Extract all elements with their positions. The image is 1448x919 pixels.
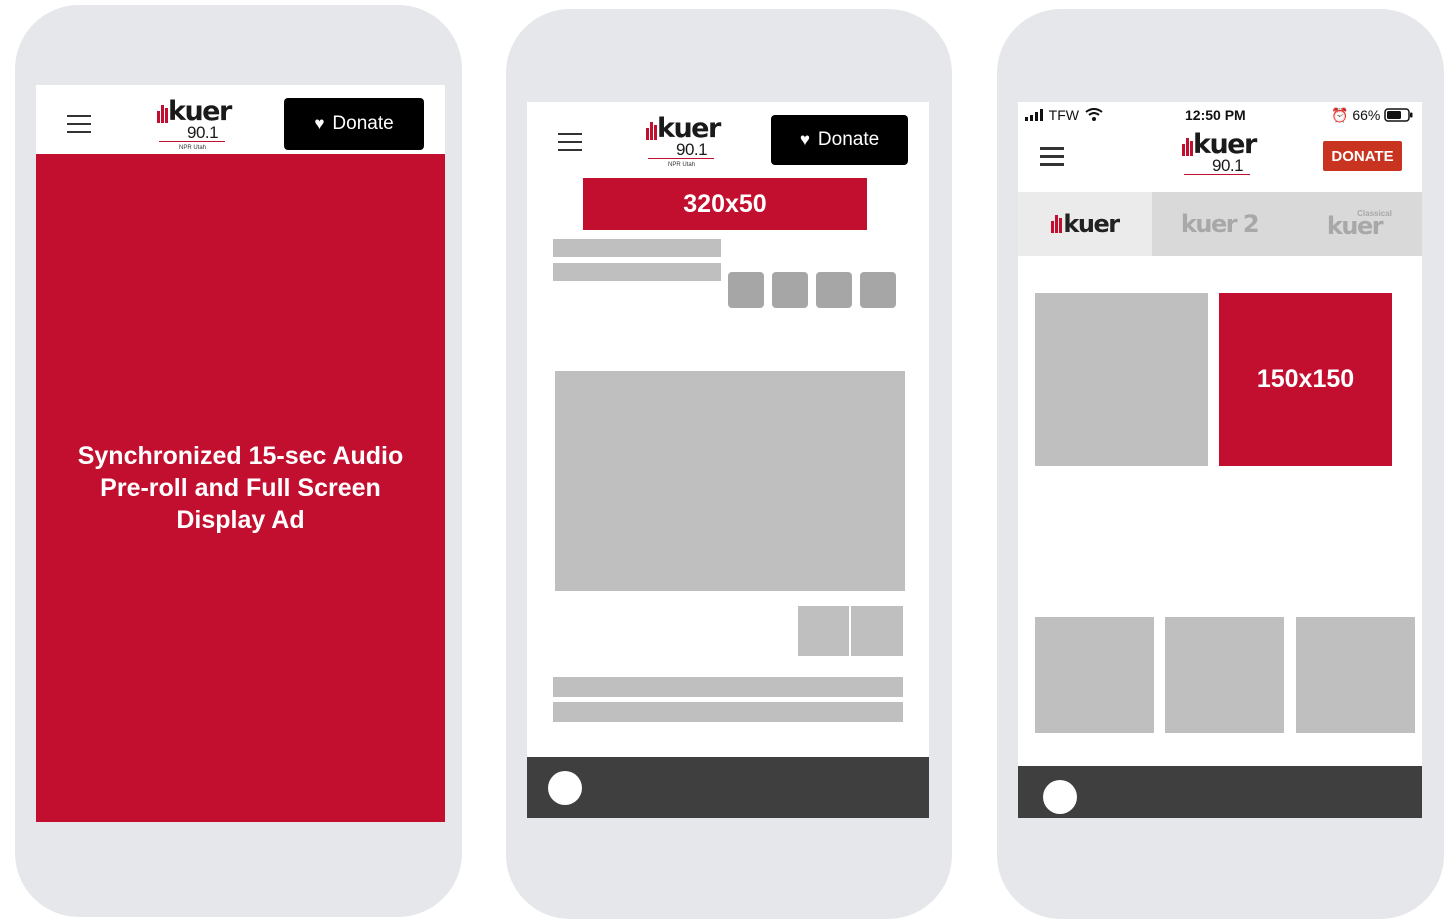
tab-kuer-2[interactable]: kuer 2: [1152, 192, 1287, 256]
heart-icon: ♥: [799, 130, 810, 149]
tab-kuer[interactable]: kuer: [1018, 192, 1152, 256]
share-button-placeholder[interactable]: [860, 272, 896, 308]
share-button-placeholder[interactable]: [728, 272, 764, 308]
thumbnail-placeholder: [1165, 617, 1284, 733]
thumbnail-placeholder: [798, 606, 849, 656]
phone-screen-1: kuer 90.1 NPR Utah ♥ Donate Synchronized…: [36, 85, 445, 822]
signal-icon: [1025, 108, 1045, 124]
ad-label: 150x150: [1256, 365, 1355, 393]
image-placeholder: [555, 371, 905, 591]
subheadline-placeholder: [553, 263, 721, 281]
thumbnail-placeholder: [1296, 617, 1415, 733]
full-screen-display-ad[interactable]: Synchronized 15-sec Audio Pre-roll and F…: [36, 154, 445, 822]
phone-frame-3: TFW 12:50 PM ⏰ 66% kuer 90.1 DONATE kuer: [997, 9, 1444, 919]
tab-classical-kuer[interactable]: Classical kuer: [1287, 192, 1422, 256]
station-bars-icon: [1051, 215, 1063, 233]
phone-screen-3: TFW 12:50 PM ⏰ 66% kuer 90.1 DONATE kuer: [1018, 102, 1422, 818]
play-button-icon[interactable]: [1043, 780, 1077, 814]
status-time: 12:50 PM: [1185, 107, 1246, 123]
phone-frame-2: kuer 90.1 NPR Utah ♥ Donate 320x50: [506, 9, 952, 919]
battery-icon: [1384, 108, 1414, 125]
square-ad-150x150[interactable]: 150x150: [1219, 293, 1392, 466]
audio-player-bar: [1018, 766, 1422, 818]
audio-player-bar: [527, 757, 929, 818]
status-right: ⏰ 66%: [1331, 107, 1414, 125]
station-tabs: kuer kuer 2 Classical kuer: [1018, 192, 1422, 256]
headline-placeholder: [553, 239, 721, 257]
heart-icon: ♥: [314, 114, 325, 133]
status-left: TFW: [1025, 107, 1103, 124]
share-button-placeholder[interactable]: [772, 272, 808, 308]
banner-ad-320x50[interactable]: 320x50: [583, 178, 867, 230]
hamburger-menu-icon[interactable]: [67, 115, 91, 133]
kuer-logo[interactable]: kuer 90.1 NPR Utah: [157, 96, 237, 157]
donate-button[interactable]: ♥ Donate: [771, 115, 908, 165]
donate-button[interactable]: DONATE: [1323, 141, 1402, 171]
phone-frame-1: kuer 90.1 NPR Utah ♥ Donate Synchronized…: [15, 5, 462, 917]
ad-label: Synchronized 15-sec Audio Pre-roll and F…: [77, 442, 404, 534]
donate-button[interactable]: ♥ Donate: [284, 98, 424, 150]
kuer-logo[interactable]: kuer 90.1: [1182, 129, 1262, 190]
phone-screen-2: kuer 90.1 NPR Utah ♥ Donate 320x50: [527, 102, 929, 818]
text-line-placeholder: [553, 677, 903, 697]
thumbnail-placeholder: [851, 606, 903, 656]
kuer-logo[interactable]: kuer 90.1 NPR Utah: [646, 113, 726, 174]
alarm-icon: ⏰: [1331, 107, 1349, 123]
hamburger-menu-icon[interactable]: [1040, 147, 1064, 167]
text-line-placeholder: [553, 702, 903, 722]
play-button-icon[interactable]: [548, 771, 582, 805]
share-button-placeholder[interactable]: [816, 272, 852, 308]
wifi-icon: [1085, 108, 1103, 124]
thumbnail-placeholder: [1035, 617, 1154, 733]
image-placeholder: [1035, 293, 1208, 466]
ad-label: 320x50: [683, 189, 767, 218]
hamburger-menu-icon[interactable]: [558, 133, 582, 151]
